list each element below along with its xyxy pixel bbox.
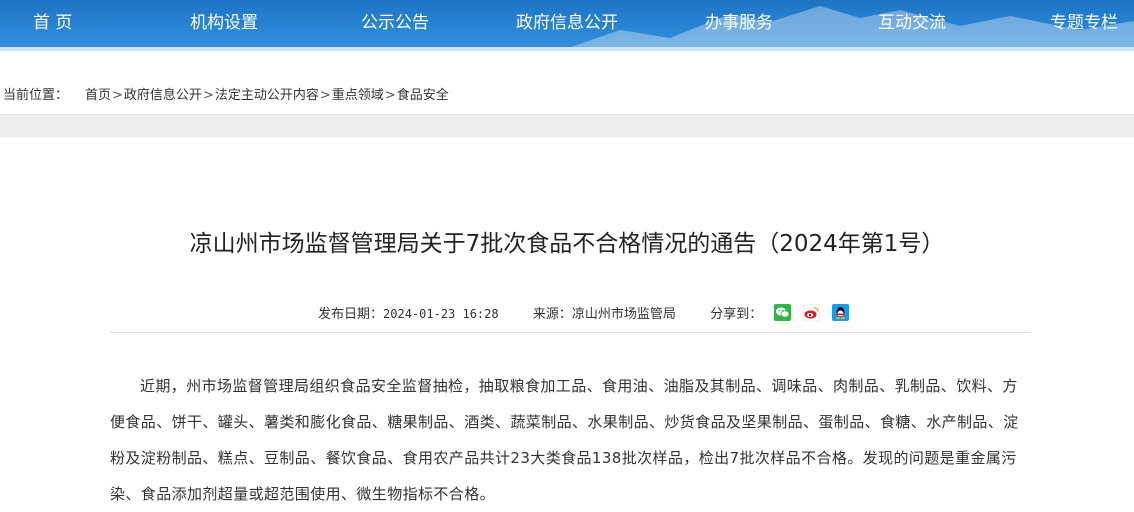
nav-item-gov-info[interactable]: 政府信息公开 xyxy=(516,10,618,36)
source-value: 凉山州市场监管局 xyxy=(571,307,676,322)
nav-item-announcements[interactable]: 公示公告 xyxy=(361,10,429,36)
nav-item-interaction[interactable]: 互动交流 xyxy=(878,10,946,36)
top-nav: 首 页 机构设置 公示公告 政府信息公开 办事服务 互动交流 专题专栏 xyxy=(0,0,1134,51)
section-divider-bar xyxy=(0,114,1134,137)
breadcrumb: 首页>政府信息公开>法定主动公开内容>重点领域>食品安全 xyxy=(85,84,449,103)
wechat-icon[interactable] xyxy=(774,304,791,321)
article-title: 凉山州市场监督管理局关于7批次食品不合格情况的通告（2024年第1号） xyxy=(189,231,945,257)
article-body: 近期，州市场监督管理局组织食品安全监督抽检，抽取粮食加工品、食用油、油脂及其制品… xyxy=(110,377,1019,503)
breadcrumb-separator: > xyxy=(202,88,214,103)
breadcrumb-gov-info[interactable]: 政府信息公开 xyxy=(124,88,202,103)
breadcrumb-food-safety[interactable]: 食品安全 xyxy=(397,88,449,103)
nav-item-services[interactable]: 办事服务 xyxy=(705,10,773,36)
meta-divider xyxy=(110,332,1030,333)
nav-item-special-topics[interactable]: 专题专栏 xyxy=(1050,10,1118,36)
breadcrumb-separator: > xyxy=(112,88,123,103)
nav-item-organization[interactable]: 机构设置 xyxy=(190,10,258,36)
publish-date: 2024-01-23 16:28 xyxy=(383,307,499,321)
breadcrumb-key-areas[interactable]: 重点领域 xyxy=(332,88,384,103)
breadcrumb-statutory-disclosure[interactable]: 法定主动公开内容 xyxy=(215,88,319,103)
qq-icon[interactable] xyxy=(832,304,850,321)
breadcrumb-label: 当前位置： xyxy=(3,88,69,103)
weibo-icon[interactable] xyxy=(803,304,821,321)
mountain-decoration xyxy=(560,6,1134,51)
breadcrumb-separator: > xyxy=(319,88,331,103)
article-meta: 发布日期：2024-01-23 16:28 来源：凉山州市场监管局 分享到： xyxy=(318,305,762,323)
nav-item-home[interactable]: 首 页 xyxy=(33,10,72,36)
breadcrumb-bar: 当前位置： 首页>政府信息公开>法定主动公开内容>重点领域>食品安全 xyxy=(0,51,1134,114)
share-label: 分享到： xyxy=(710,307,763,322)
source-label: 来源： xyxy=(532,307,572,322)
share-icons xyxy=(774,304,856,322)
breadcrumb-separator: > xyxy=(384,88,396,103)
publish-date-label: 发布日期： xyxy=(318,307,384,322)
breadcrumb-home[interactable]: 首页 xyxy=(85,88,111,103)
